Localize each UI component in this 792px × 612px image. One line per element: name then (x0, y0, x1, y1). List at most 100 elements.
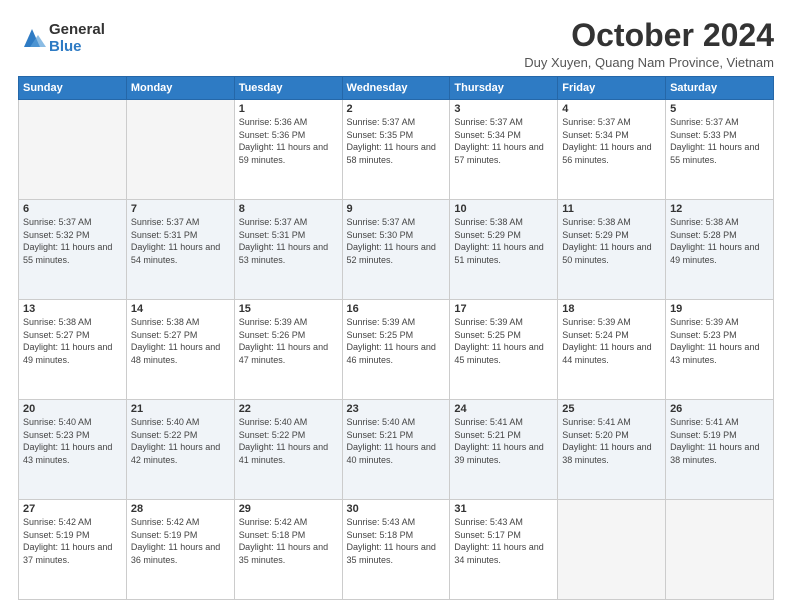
calendar-cell: 30Sunrise: 5:43 AMSunset: 5:18 PMDayligh… (342, 500, 450, 600)
calendar-cell: 15Sunrise: 5:39 AMSunset: 5:26 PMDayligh… (234, 300, 342, 400)
calendar-cell: 9Sunrise: 5:37 AMSunset: 5:30 PMDaylight… (342, 200, 450, 300)
calendar-cell: 13Sunrise: 5:38 AMSunset: 5:27 PMDayligh… (19, 300, 127, 400)
day-number: 26 (670, 403, 769, 415)
calendar-cell: 1Sunrise: 5:36 AMSunset: 5:36 PMDaylight… (234, 100, 342, 200)
calendar-week-row: 13Sunrise: 5:38 AMSunset: 5:27 PMDayligh… (19, 300, 774, 400)
day-number: 10 (454, 203, 553, 215)
calendar-cell: 19Sunrise: 5:39 AMSunset: 5:23 PMDayligh… (666, 300, 774, 400)
day-number: 3 (454, 103, 553, 115)
day-info: Sunrise: 5:41 AMSunset: 5:21 PMDaylight:… (454, 416, 553, 466)
day-info: Sunrise: 5:42 AMSunset: 5:18 PMDaylight:… (239, 516, 338, 566)
day-number: 4 (562, 103, 661, 115)
day-number: 7 (131, 203, 230, 215)
calendar-cell: 20Sunrise: 5:40 AMSunset: 5:23 PMDayligh… (19, 400, 127, 500)
calendar-cell: 3Sunrise: 5:37 AMSunset: 5:34 PMDaylight… (450, 100, 558, 200)
day-number: 17 (454, 303, 553, 315)
logo: General Blue (18, 22, 105, 55)
day-info: Sunrise: 5:39 AMSunset: 5:25 PMDaylight:… (347, 316, 446, 366)
calendar-cell: 28Sunrise: 5:42 AMSunset: 5:19 PMDayligh… (126, 500, 234, 600)
calendar-cell: 5Sunrise: 5:37 AMSunset: 5:33 PMDaylight… (666, 100, 774, 200)
calendar-cell: 17Sunrise: 5:39 AMSunset: 5:25 PMDayligh… (450, 300, 558, 400)
day-info: Sunrise: 5:38 AMSunset: 5:29 PMDaylight:… (562, 216, 661, 266)
day-info: Sunrise: 5:41 AMSunset: 5:19 PMDaylight:… (670, 416, 769, 466)
day-info: Sunrise: 5:39 AMSunset: 5:24 PMDaylight:… (562, 316, 661, 366)
day-info: Sunrise: 5:40 AMSunset: 5:21 PMDaylight:… (347, 416, 446, 466)
calendar-cell: 23Sunrise: 5:40 AMSunset: 5:21 PMDayligh… (342, 400, 450, 500)
weekday-header-friday: Friday (558, 77, 666, 100)
calendar-cell: 10Sunrise: 5:38 AMSunset: 5:29 PMDayligh… (450, 200, 558, 300)
calendar-cell: 8Sunrise: 5:37 AMSunset: 5:31 PMDaylight… (234, 200, 342, 300)
day-number: 1 (239, 103, 338, 115)
day-info: Sunrise: 5:40 AMSunset: 5:22 PMDaylight:… (239, 416, 338, 466)
calendar-cell: 11Sunrise: 5:38 AMSunset: 5:29 PMDayligh… (558, 200, 666, 300)
day-info: Sunrise: 5:43 AMSunset: 5:17 PMDaylight:… (454, 516, 553, 566)
calendar-cell: 14Sunrise: 5:38 AMSunset: 5:27 PMDayligh… (126, 300, 234, 400)
month-title: October 2024 (524, 18, 774, 53)
day-info: Sunrise: 5:37 AMSunset: 5:30 PMDaylight:… (347, 216, 446, 266)
day-info: Sunrise: 5:39 AMSunset: 5:25 PMDaylight:… (454, 316, 553, 366)
calendar-week-row: 6Sunrise: 5:37 AMSunset: 5:32 PMDaylight… (19, 200, 774, 300)
day-number: 23 (347, 403, 446, 415)
day-number: 14 (131, 303, 230, 315)
calendar-cell: 7Sunrise: 5:37 AMSunset: 5:31 PMDaylight… (126, 200, 234, 300)
day-number: 9 (347, 203, 446, 215)
day-number: 18 (562, 303, 661, 315)
calendar-cell: 12Sunrise: 5:38 AMSunset: 5:28 PMDayligh… (666, 200, 774, 300)
calendar-cell: 22Sunrise: 5:40 AMSunset: 5:22 PMDayligh… (234, 400, 342, 500)
day-number: 5 (670, 103, 769, 115)
calendar-week-row: 27Sunrise: 5:42 AMSunset: 5:19 PMDayligh… (19, 500, 774, 600)
day-number: 15 (239, 303, 338, 315)
calendar-cell: 6Sunrise: 5:37 AMSunset: 5:32 PMDaylight… (19, 200, 127, 300)
calendar-week-row: 1Sunrise: 5:36 AMSunset: 5:36 PMDaylight… (19, 100, 774, 200)
calendar-cell: 31Sunrise: 5:43 AMSunset: 5:17 PMDayligh… (450, 500, 558, 600)
calendar-cell: 27Sunrise: 5:42 AMSunset: 5:19 PMDayligh… (19, 500, 127, 600)
calendar-cell: 2Sunrise: 5:37 AMSunset: 5:35 PMDaylight… (342, 100, 450, 200)
day-info: Sunrise: 5:37 AMSunset: 5:35 PMDaylight:… (347, 116, 446, 166)
day-info: Sunrise: 5:37 AMSunset: 5:31 PMDaylight:… (131, 216, 230, 266)
day-info: Sunrise: 5:37 AMSunset: 5:31 PMDaylight:… (239, 216, 338, 266)
location-subtitle: Duy Xuyen, Quang Nam Province, Vietnam (524, 55, 774, 70)
day-number: 21 (131, 403, 230, 415)
day-number: 2 (347, 103, 446, 115)
day-info: Sunrise: 5:37 AMSunset: 5:33 PMDaylight:… (670, 116, 769, 166)
day-number: 27 (23, 503, 122, 515)
day-info: Sunrise: 5:40 AMSunset: 5:22 PMDaylight:… (131, 416, 230, 466)
calendar-table: SundayMondayTuesdayWednesdayThursdayFrid… (18, 76, 774, 600)
day-number: 11 (562, 203, 661, 215)
day-info: Sunrise: 5:39 AMSunset: 5:23 PMDaylight:… (670, 316, 769, 366)
day-info: Sunrise: 5:38 AMSunset: 5:29 PMDaylight:… (454, 216, 553, 266)
day-info: Sunrise: 5:43 AMSunset: 5:18 PMDaylight:… (347, 516, 446, 566)
day-info: Sunrise: 5:39 AMSunset: 5:26 PMDaylight:… (239, 316, 338, 366)
calendar-cell: 29Sunrise: 5:42 AMSunset: 5:18 PMDayligh… (234, 500, 342, 600)
day-number: 19 (670, 303, 769, 315)
page: General Blue October 2024 Duy Xuyen, Qua… (0, 0, 792, 612)
day-number: 25 (562, 403, 661, 415)
day-info: Sunrise: 5:42 AMSunset: 5:19 PMDaylight:… (23, 516, 122, 566)
day-number: 12 (670, 203, 769, 215)
day-number: 31 (454, 503, 553, 515)
day-number: 29 (239, 503, 338, 515)
calendar-cell: 21Sunrise: 5:40 AMSunset: 5:22 PMDayligh… (126, 400, 234, 500)
weekday-header-row: SundayMondayTuesdayWednesdayThursdayFrid… (19, 77, 774, 100)
logo-text: General Blue (49, 22, 105, 55)
day-info: Sunrise: 5:37 AMSunset: 5:32 PMDaylight:… (23, 216, 122, 266)
day-info: Sunrise: 5:37 AMSunset: 5:34 PMDaylight:… (454, 116, 553, 166)
weekday-header-tuesday: Tuesday (234, 77, 342, 100)
day-info: Sunrise: 5:38 AMSunset: 5:27 PMDaylight:… (23, 316, 122, 366)
calendar-cell: 25Sunrise: 5:41 AMSunset: 5:20 PMDayligh… (558, 400, 666, 500)
logo-blue: Blue (49, 39, 105, 56)
weekday-header-saturday: Saturday (666, 77, 774, 100)
calendar-cell (558, 500, 666, 600)
day-number: 22 (239, 403, 338, 415)
day-info: Sunrise: 5:41 AMSunset: 5:20 PMDaylight:… (562, 416, 661, 466)
day-number: 6 (23, 203, 122, 215)
calendar-cell: 16Sunrise: 5:39 AMSunset: 5:25 PMDayligh… (342, 300, 450, 400)
calendar-cell: 18Sunrise: 5:39 AMSunset: 5:24 PMDayligh… (558, 300, 666, 400)
day-info: Sunrise: 5:42 AMSunset: 5:19 PMDaylight:… (131, 516, 230, 566)
calendar-cell (126, 100, 234, 200)
day-info: Sunrise: 5:36 AMSunset: 5:36 PMDaylight:… (239, 116, 338, 166)
day-info: Sunrise: 5:40 AMSunset: 5:23 PMDaylight:… (23, 416, 122, 466)
weekday-header-wednesday: Wednesday (342, 77, 450, 100)
weekday-header-thursday: Thursday (450, 77, 558, 100)
calendar-week-row: 20Sunrise: 5:40 AMSunset: 5:23 PMDayligh… (19, 400, 774, 500)
